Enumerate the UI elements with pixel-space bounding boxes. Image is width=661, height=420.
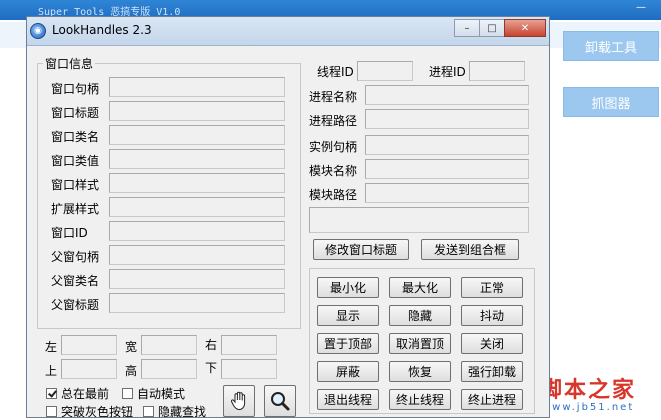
cancel-topmost-button[interactable]: 取消置顶	[389, 333, 451, 354]
hidden-find-check[interactable]	[143, 406, 154, 417]
always-on-top-label: 总在最前	[61, 387, 110, 401]
label-left: 左	[45, 340, 58, 354]
maximize-button[interactable]: □	[479, 19, 505, 37]
parent-minimize-button[interactable]: —	[634, 2, 648, 13]
label-process-path: 进程路径	[309, 114, 358, 128]
window-handle-field[interactable]	[109, 77, 285, 97]
label-parent-title: 父窗标题	[51, 298, 100, 312]
minimize-button[interactable]: –	[454, 19, 480, 37]
hide-window-button[interactable]: 隐藏	[389, 305, 451, 326]
search-button[interactable]	[264, 385, 296, 417]
label-thread-id: 线程ID	[317, 65, 354, 79]
top-field[interactable]	[61, 359, 117, 379]
right-field[interactable]	[221, 335, 277, 355]
break-gray-check[interactable]	[46, 406, 57, 417]
instance-handle-field[interactable]	[365, 135, 529, 155]
height-field[interactable]	[141, 359, 197, 379]
send-to-combo-button[interactable]: 发送到组合框	[421, 239, 519, 260]
restore-window-button[interactable]: 恢复	[389, 361, 451, 382]
parent-class-field[interactable]	[109, 269, 285, 289]
drag-finder-button[interactable]	[223, 385, 255, 417]
window-style-field[interactable]	[109, 173, 285, 193]
label-window-style: 窗口样式	[51, 178, 100, 192]
label-parent-class: 父窗类名	[51, 274, 100, 288]
normal-window-button[interactable]: 正常	[461, 277, 523, 298]
label-instance-handle: 实例句柄	[309, 140, 358, 154]
break-gray-label: 突破灰色按钮	[61, 405, 134, 419]
app-icon: ◉	[30, 23, 46, 39]
terminate-process-button[interactable]: 终止进程	[461, 389, 523, 410]
label-height: 高	[125, 364, 138, 378]
screenshot-tool-button[interactable]: 抓图器	[563, 87, 659, 117]
uninstall-tool-button[interactable]: 卸载工具	[563, 31, 659, 61]
label-window-class-value: 窗口类值	[51, 154, 100, 168]
module-name-field[interactable]	[365, 159, 529, 179]
maximize-window-button[interactable]: 最大化	[389, 277, 451, 298]
magnifier-icon	[271, 392, 290, 411]
label-window-title: 窗口标题	[51, 106, 100, 120]
label-process-id: 进程ID	[429, 65, 466, 79]
process-id-field[interactable]	[469, 61, 525, 81]
label-window-handle: 窗口句柄	[51, 82, 100, 96]
lookhandles-window: ◉ LookHandles 2.3 – □ ✕ 窗口信息 窗口句柄 窗口标题 窗…	[26, 16, 550, 420]
left-field[interactable]	[61, 335, 117, 355]
window-title: LookHandles 2.3	[52, 23, 152, 37]
bottom-field[interactable]	[221, 359, 277, 379]
always-on-top-check[interactable]	[46, 388, 57, 399]
minimize-window-button[interactable]: 最小化	[317, 277, 379, 298]
window-info-legend: 窗口信息	[43, 55, 96, 72]
label-window-class: 窗口类名	[51, 130, 100, 144]
window-class-value-field[interactable]	[109, 149, 285, 169]
watermark-url: www.jb51.net	[542, 402, 635, 413]
modify-window-title-button[interactable]: 修改窗口标题	[313, 239, 409, 260]
label-module-path: 模块路径	[309, 188, 358, 202]
window-id-field[interactable]	[109, 221, 285, 241]
label-window-id: 窗口ID	[51, 226, 88, 240]
label-ext-style: 扩展样式	[51, 202, 100, 216]
parent-title-field[interactable]	[109, 293, 285, 313]
label-parent-handle: 父窗句柄	[51, 250, 100, 264]
set-topmost-button[interactable]: 置于顶部	[317, 333, 379, 354]
hand-icon	[230, 391, 246, 411]
watermark-main-text: 脚本之家	[540, 377, 637, 403]
thread-id-field[interactable]	[357, 61, 413, 81]
hidden-find-checkbox[interactable]: 隐藏查找	[143, 403, 206, 420]
ext-style-field[interactable]	[109, 197, 285, 217]
force-unload-button[interactable]: 强行卸载	[461, 361, 523, 382]
shake-window-button[interactable]: 抖动	[461, 305, 523, 326]
parent-handle-field[interactable]	[109, 245, 285, 265]
label-process-name: 进程名称	[309, 90, 358, 104]
label-top: 上	[45, 364, 58, 378]
auto-mode-label: 自动模式	[137, 387, 186, 401]
label-right: 右	[205, 338, 218, 352]
auto-mode-check[interactable]	[122, 388, 133, 399]
block-window-button[interactable]: 屏蔽	[317, 361, 379, 382]
title-edit-field[interactable]	[309, 207, 529, 233]
window-class-field[interactable]	[109, 125, 285, 145]
auto-mode-checkbox[interactable]: 自动模式	[122, 385, 185, 402]
exit-thread-button[interactable]: 退出线程	[317, 389, 379, 410]
break-gray-button-checkbox[interactable]: 突破灰色按钮	[46, 403, 133, 420]
close-window-button[interactable]: 关闭	[461, 333, 523, 354]
process-path-field[interactable]	[365, 109, 529, 129]
label-width: 宽	[125, 340, 138, 354]
width-field[interactable]	[141, 335, 197, 355]
show-window-button[interactable]: 显示	[317, 305, 379, 326]
label-module-name: 模块名称	[309, 164, 358, 178]
module-path-field[interactable]	[365, 183, 529, 203]
hidden-find-label: 隐藏查找	[158, 405, 207, 419]
window-titlebar[interactable]: ◉ LookHandles 2.3 – □ ✕	[27, 17, 549, 46]
label-bottom: 下	[205, 361, 218, 375]
always-on-top-checkbox[interactable]: 总在最前	[46, 385, 109, 402]
process-name-field[interactable]	[365, 85, 529, 105]
terminate-thread-button[interactable]: 终止线程	[389, 389, 451, 410]
close-button[interactable]: ✕	[504, 19, 546, 37]
window-title-field[interactable]	[109, 101, 285, 121]
watermark-logo: 脚本之家 www.jb51.net	[536, 372, 661, 418]
